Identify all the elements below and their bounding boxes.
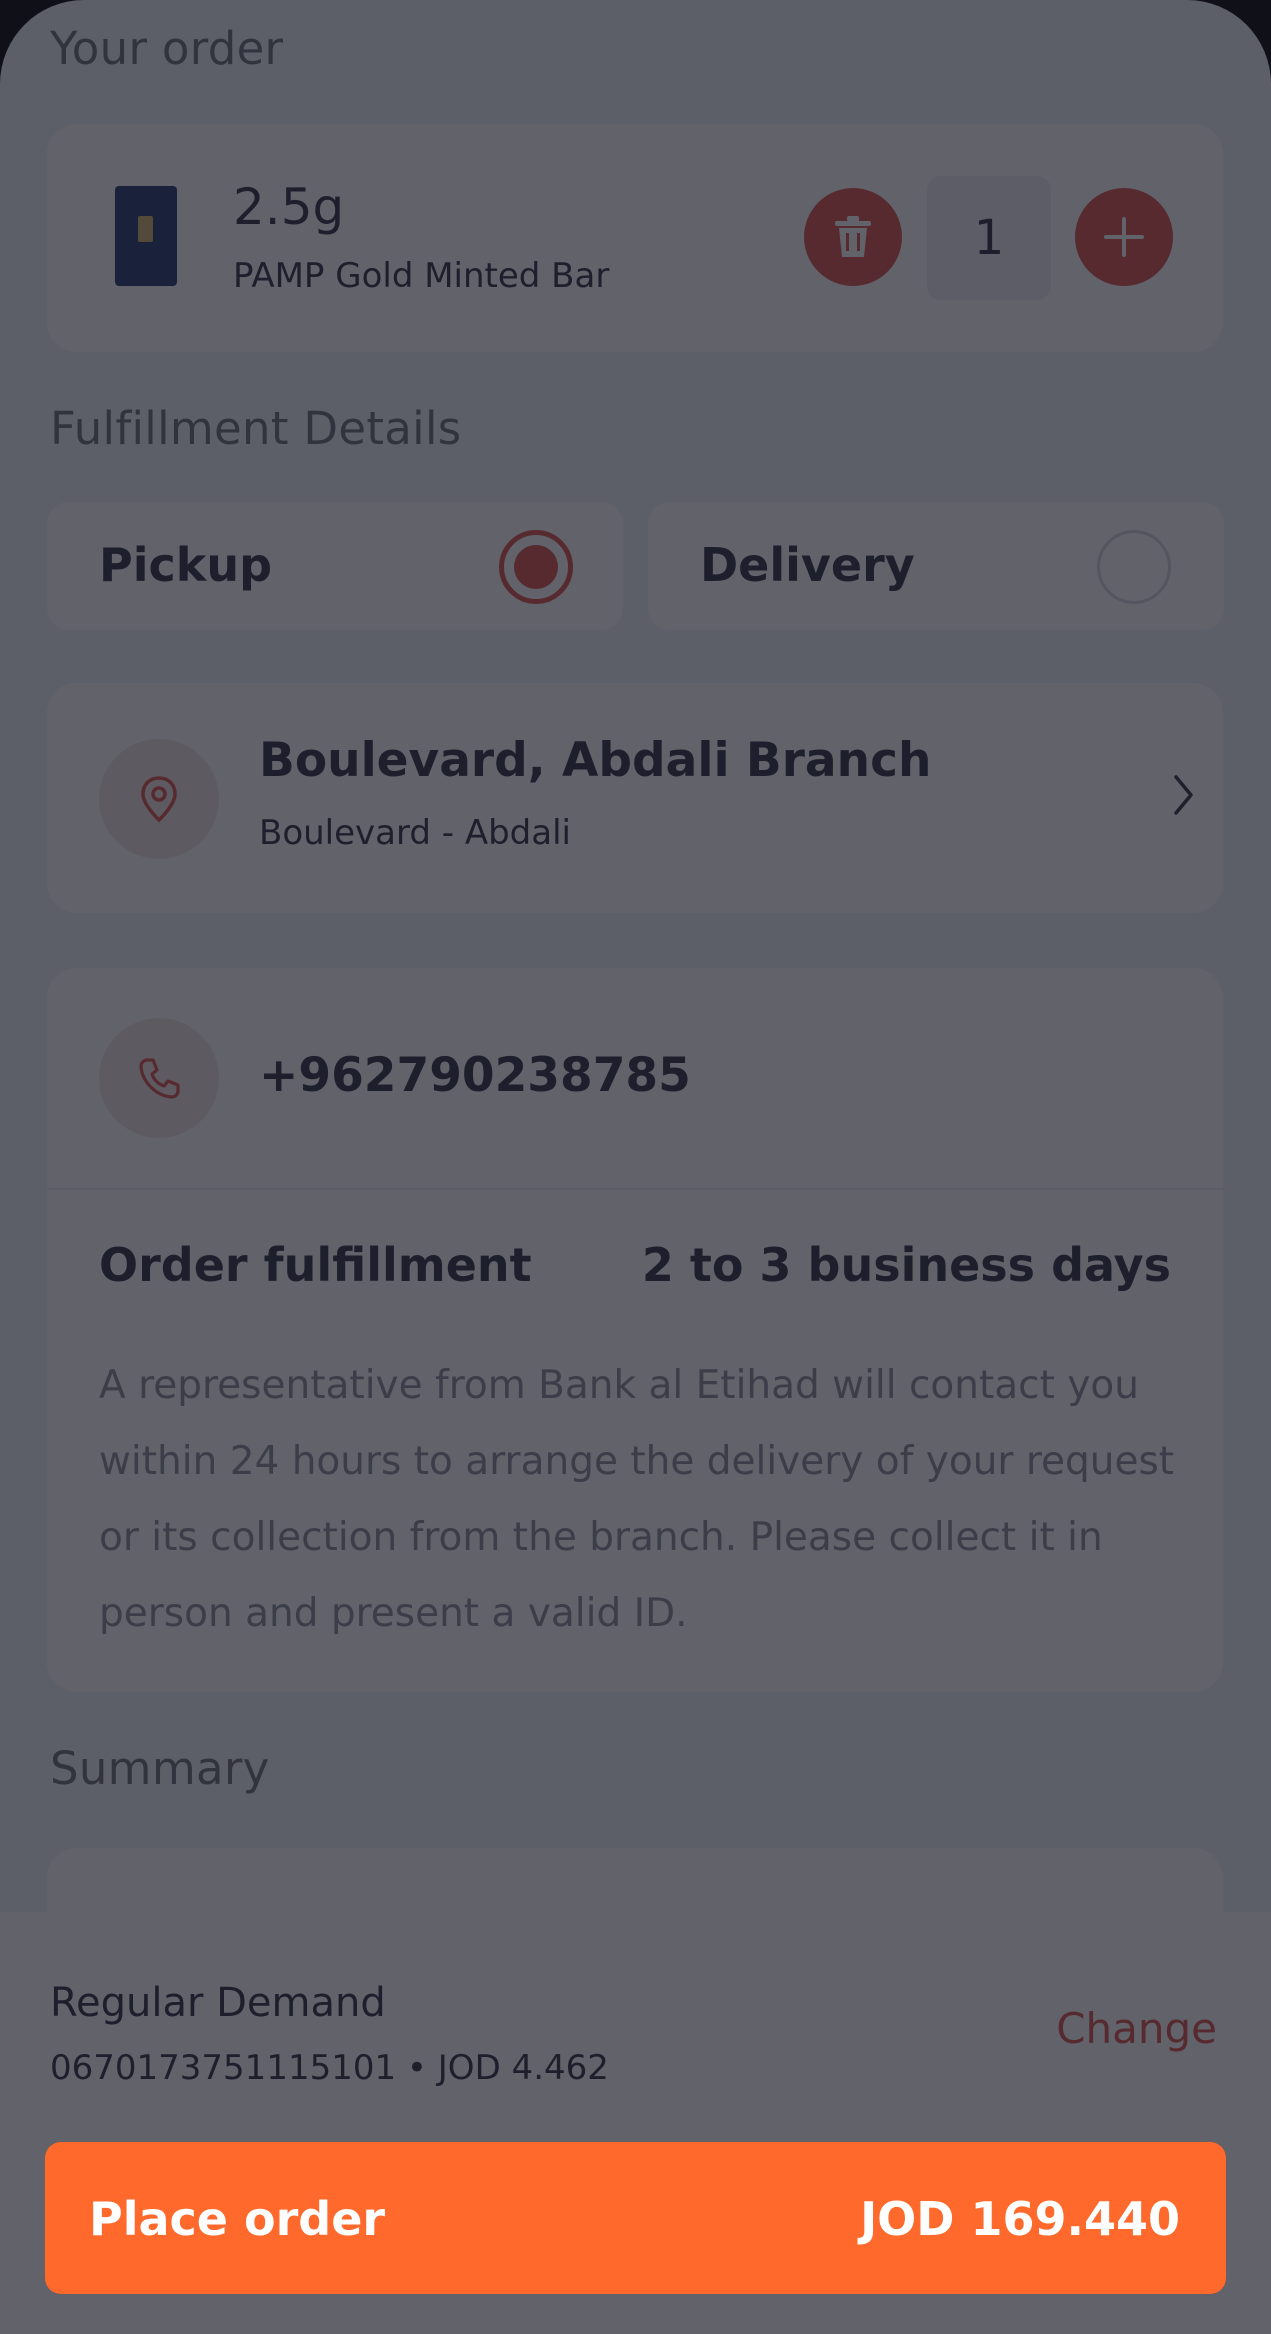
account-name: Regular Demand — [50, 1980, 386, 2026]
change-account-link[interactable]: Change — [1056, 2004, 1217, 2053]
summary-card — [47, 1848, 1223, 1912]
order-total-amount: JOD 169.440 — [860, 2192, 1180, 2246]
summary-title: Summary — [50, 1742, 270, 1795]
your-order-title: Your order — [50, 22, 284, 75]
quantity-value: 1 — [927, 176, 1051, 300]
location-icon-badge — [99, 739, 219, 859]
order-fulfillment-value: 2 to 3 business days — [641, 1238, 1171, 1292]
branch-subtitle: Boulevard - Abdali — [259, 813, 571, 853]
divider — [47, 1188, 1223, 1190]
plus-icon — [1104, 217, 1144, 257]
increase-quantity-button[interactable] — [1075, 188, 1173, 286]
product-image — [115, 186, 177, 286]
delivery-radio[interactable] — [1097, 530, 1171, 604]
delete-item-button[interactable] — [804, 188, 902, 286]
order-item-card: 2.5g PAMP Gold Minted Bar 1 — [47, 124, 1223, 352]
fulfillment-details-title: Fulfillment Details — [50, 402, 462, 455]
phone-icon-badge — [99, 1018, 219, 1138]
product-weight: 2.5g — [233, 178, 345, 236]
account-detail: 0670173751115101 • JOD 4.462 — [50, 2048, 609, 2088]
phone-icon — [139, 1058, 180, 1099]
pickup-option[interactable]: Pickup — [47, 502, 623, 630]
branch-selector[interactable]: Boulevard, Abdali Branch Boulevard - Abd… — [47, 683, 1223, 913]
delivery-option[interactable]: Delivery — [648, 502, 1224, 630]
delivery-label: Delivery — [700, 538, 915, 592]
pickup-label: Pickup — [99, 538, 273, 592]
order-sheet: Your order 2.5g PAMP Gold Minted Bar 1 F… — [0, 0, 1271, 2334]
order-fulfillment-label: Order fulfillment — [99, 1238, 532, 1292]
branch-title: Boulevard, Abdali Branch — [259, 733, 932, 788]
product-name: PAMP Gold Minted Bar — [233, 256, 610, 296]
place-order-button[interactable]: Place order JOD 169.440 — [45, 2142, 1226, 2294]
contact-and-fulfillment-card: +962790238785 Order fulfillment 2 to 3 b… — [47, 968, 1223, 1692]
phone-number: +962790238785 — [259, 1048, 691, 1103]
location-pin-icon — [141, 776, 177, 823]
fulfillment-description: A representative from Bank al Etihad wil… — [99, 1363, 1175, 1636]
chevron-right-icon — [1174, 775, 1193, 815]
scroll-content[interactable]: Your order 2.5g PAMP Gold Minted Bar 1 F… — [0, 0, 1271, 1912]
trash-icon — [835, 216, 871, 257]
pickup-radio[interactable] — [499, 530, 573, 604]
place-order-label: Place order — [89, 2192, 386, 2246]
